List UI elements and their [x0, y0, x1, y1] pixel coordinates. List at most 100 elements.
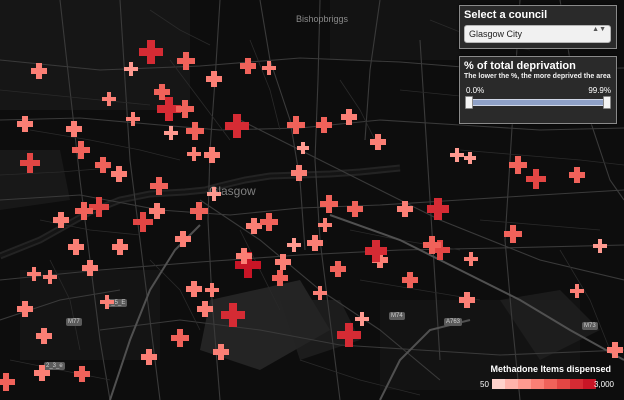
pharmacy-marker[interactable]: [82, 260, 98, 276]
pharmacy-marker[interactable]: [17, 301, 33, 317]
pharmacy-marker[interactable]: [364, 239, 388, 263]
chevron-up-down-icon: ▲▼: [592, 26, 606, 33]
pharmacy-marker[interactable]: [197, 301, 213, 317]
deprivation-slider[interactable]: [465, 96, 611, 109]
pharmacy-marker[interactable]: [346, 200, 364, 218]
pharmacy-marker[interactable]: [94, 156, 112, 174]
pharmacy-marker[interactable]: [17, 116, 33, 132]
pharmacy-marker[interactable]: [312, 285, 328, 301]
place-label-bishopbriggs: Bishopbriggs: [296, 14, 349, 24]
pharmacy-marker[interactable]: [33, 364, 51, 382]
deprivation-panel-title: % of total deprivation: [464, 60, 576, 72]
deprivation-min-label: 0.0%: [466, 86, 485, 95]
pharmacy-marker[interactable]: [220, 302, 246, 328]
pharmacy-marker[interactable]: [68, 239, 84, 255]
pharmacy-marker[interactable]: [186, 281, 202, 297]
deprivation-max-label: 99.9%: [588, 86, 611, 95]
deprivation-slider-high-handle[interactable]: [602, 96, 611, 109]
pharmacy-marker[interactable]: [287, 238, 302, 253]
pharmacy-marker[interactable]: [153, 83, 171, 101]
pharmacy-marker[interactable]: [225, 114, 249, 138]
pharmacy-marker[interactable]: [72, 141, 90, 159]
road-label-m73: M73: [582, 322, 598, 330]
pharmacy-marker[interactable]: [239, 57, 257, 75]
pharmacy-marker[interactable]: [606, 341, 624, 359]
legend: Methadone Items dispensed 50 3,000: [476, 364, 616, 394]
deprivation-slider-low-handle[interactable]: [465, 96, 473, 109]
pharmacy-marker[interactable]: [397, 201, 413, 217]
pharmacy-marker[interactable]: [315, 116, 333, 134]
pharmacy-marker[interactable]: [20, 153, 40, 173]
pharmacy-marker[interactable]: [422, 235, 442, 255]
pharmacy-marker[interactable]: [26, 266, 42, 282]
map-canvas[interactable]: Bishopbriggs Glasgow M77 M74 A763 M73 1_…: [0, 0, 624, 400]
legend-ramp-swatch: [505, 379, 518, 389]
pharmacy-marker[interactable]: [73, 365, 91, 383]
pharmacy-marker[interactable]: [296, 141, 310, 155]
pharmacy-marker[interactable]: [139, 40, 163, 64]
pharmacy-marker[interactable]: [150, 177, 168, 195]
pharmacy-marker[interactable]: [508, 155, 528, 175]
pharmacy-marker[interactable]: [526, 169, 546, 189]
pharmacy-marker[interactable]: [52, 211, 70, 229]
pharmacy-marker[interactable]: [463, 151, 477, 165]
pharmacy-marker[interactable]: [569, 283, 585, 299]
pharmacy-marker[interactable]: [275, 254, 291, 270]
pharmacy-marker[interactable]: [175, 231, 191, 247]
legend-max-label: 3,000: [593, 380, 614, 389]
pharmacy-marker[interactable]: [593, 239, 608, 254]
pharmacy-marker[interactable]: [329, 260, 347, 278]
pharmacy-marker[interactable]: [176, 51, 196, 71]
pharmacy-marker[interactable]: [75, 202, 93, 220]
pharmacy-marker[interactable]: [186, 122, 204, 140]
pharmacy-marker[interactable]: [125, 111, 141, 127]
pharmacy-marker[interactable]: [459, 292, 475, 308]
legend-color-ramp: [492, 379, 596, 389]
pharmacy-marker[interactable]: [65, 120, 83, 138]
pharmacy-marker[interactable]: [99, 294, 115, 310]
pharmacy-marker[interactable]: [124, 62, 139, 77]
pharmacy-marker[interactable]: [291, 165, 307, 181]
pharmacy-marker[interactable]: [206, 71, 222, 87]
pharmacy-marker[interactable]: [140, 348, 158, 366]
pharmacy-marker[interactable]: [101, 91, 117, 107]
pharmacy-marker[interactable]: [110, 165, 128, 183]
pharmacy-marker[interactable]: [317, 217, 333, 233]
pharmacy-marker[interactable]: [0, 373, 15, 391]
pharmacy-marker[interactable]: [176, 100, 194, 118]
pharmacy-marker[interactable]: [30, 62, 48, 80]
pharmacy-marker[interactable]: [186, 146, 202, 162]
pharmacy-marker[interactable]: [204, 282, 220, 298]
pharmacy-marker[interactable]: [261, 60, 277, 76]
pharmacy-marker[interactable]: [320, 195, 338, 213]
pharmacy-marker[interactable]: [36, 328, 52, 344]
pharmacy-marker[interactable]: [213, 344, 229, 360]
pharmacy-marker[interactable]: [207, 187, 222, 202]
pharmacy-marker[interactable]: [401, 271, 419, 289]
pharmacy-marker[interactable]: [148, 202, 166, 220]
pharmacy-marker[interactable]: [260, 213, 278, 231]
pharmacy-marker[interactable]: [112, 239, 128, 255]
council-select[interactable]: Glasgow City ▲▼: [464, 25, 611, 43]
pharmacy-marker[interactable]: [504, 225, 522, 243]
pharmacy-marker[interactable]: [204, 147, 220, 163]
pharmacy-marker[interactable]: [450, 148, 465, 163]
pharmacy-marker[interactable]: [42, 269, 58, 285]
pharmacy-marker[interactable]: [164, 126, 179, 141]
pharmacy-marker[interactable]: [426, 197, 450, 221]
pharmacy-marker[interactable]: [286, 115, 306, 135]
pharmacy-marker[interactable]: [190, 202, 208, 220]
legend-ramp-swatch: [557, 379, 570, 389]
pharmacy-marker[interactable]: [337, 323, 361, 347]
legend-min-label: 50: [480, 380, 489, 389]
council-panel: Select a council Glasgow City ▲▼: [459, 5, 617, 49]
pharmacy-marker[interactable]: [307, 235, 323, 251]
pharmacy-marker[interactable]: [568, 166, 586, 184]
pharmacy-marker[interactable]: [341, 109, 357, 125]
pharmacy-marker[interactable]: [271, 269, 289, 287]
pharmacy-marker[interactable]: [235, 247, 253, 265]
pharmacy-marker[interactable]: [370, 134, 386, 150]
pharmacy-marker[interactable]: [170, 328, 190, 348]
pharmacy-marker[interactable]: [463, 251, 479, 267]
road-label-m74: M74: [389, 312, 405, 320]
